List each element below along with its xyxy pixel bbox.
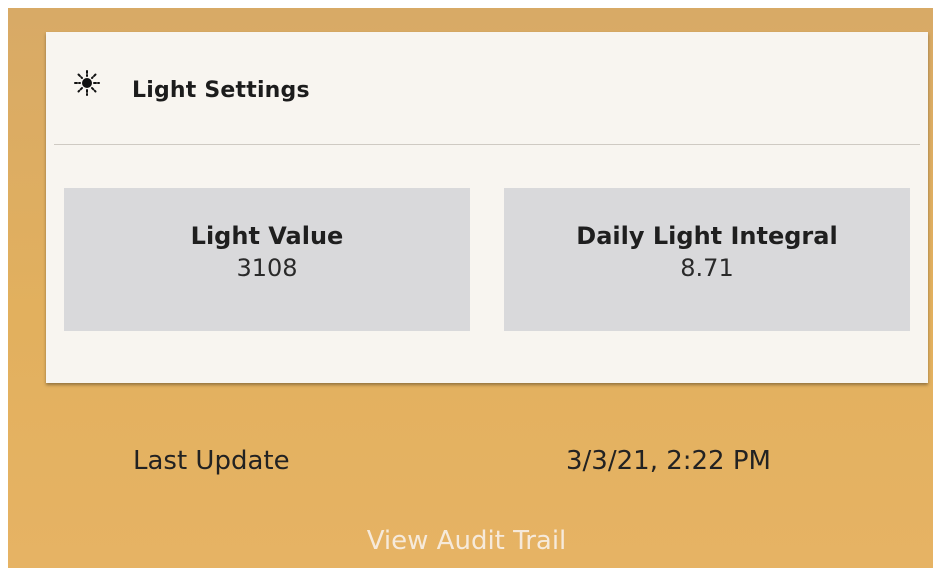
metric-label: Daily Light Integral xyxy=(576,222,838,250)
metric-value: 8.71 xyxy=(680,254,734,282)
sun-icon xyxy=(74,70,100,96)
last-update-value: 3/3/21, 2:22 PM xyxy=(566,446,771,476)
light-settings-card: Light Settings Light Value 3108 Daily Li… xyxy=(46,32,928,383)
metric-label: Light Value xyxy=(190,222,344,250)
header-divider xyxy=(54,144,920,145)
light-settings-tile: Light Settings Light Value 3108 Daily Li… xyxy=(8,8,933,568)
metric-daily-light-integral: Daily Light Integral 8.71 xyxy=(504,188,910,331)
card-title: Light Settings xyxy=(132,78,310,103)
metric-value: 3108 xyxy=(236,254,298,282)
card-header: Light Settings xyxy=(46,32,928,144)
last-update-label: Last Update xyxy=(133,446,290,476)
view-audit-trail-link[interactable]: View Audit Trail xyxy=(0,526,933,556)
metric-light-value: Light Value 3108 xyxy=(64,188,470,331)
